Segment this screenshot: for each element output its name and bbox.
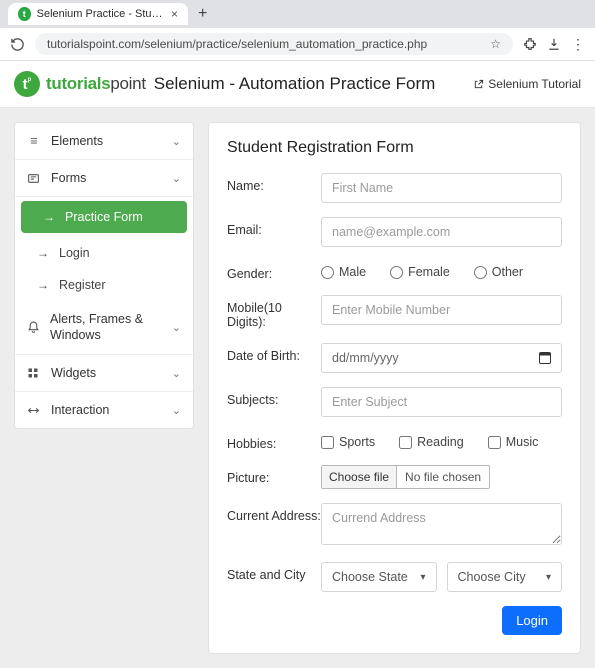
name-input[interactable] [321, 173, 562, 203]
form-title: Student Registration Form [227, 139, 562, 157]
label-statecity: State and City [227, 562, 321, 582]
logo-text: tutorialspoint [46, 74, 146, 94]
selenium-tutorial-link[interactable]: Selenium Tutorial [473, 77, 581, 91]
arrow-right-icon: → [43, 210, 55, 224]
url-text: tutorialspoint.com/selenium/practice/sel… [47, 37, 427, 51]
file-status: No file chosen [397, 466, 489, 488]
new-tab-button[interactable]: + [192, 5, 213, 23]
logo[interactable]: tp tutorialspoint [14, 71, 146, 97]
choose-file-button[interactable]: Choose file [322, 466, 397, 488]
page-header: tp tutorialspoint Selenium - Automation … [0, 61, 595, 108]
email-input[interactable] [321, 217, 562, 247]
city-select[interactable]: Choose City▾ [447, 562, 563, 592]
label-address: Current Address: [227, 503, 321, 523]
label-mobile: Mobile(10 Digits): [227, 295, 321, 329]
hobby-music-checkbox[interactable]: Music [488, 435, 539, 449]
calendar-icon [539, 352, 551, 364]
chevron-down-icon: ⌄ [172, 172, 181, 185]
picture-file-input[interactable]: Choose file No file chosen [321, 465, 490, 489]
gender-female-radio[interactable]: Female [390, 265, 450, 279]
sidebar-item-elements[interactable]: ≡Elements ⌄ [15, 123, 193, 160]
sidebar: ≡Elements ⌄ Forms ⌄ → Practice Form → Lo… [14, 122, 194, 429]
label-gender: Gender: [227, 261, 321, 281]
sidebar-item-interaction[interactable]: Interaction ⌄ [15, 392, 193, 428]
label-email: Email: [227, 217, 321, 237]
form-card: Student Registration Form Name: Email: G… [208, 122, 581, 654]
login-button[interactable]: Login [502, 606, 562, 635]
gender-other-radio[interactable]: Other [474, 265, 523, 279]
extensions-icon[interactable] [523, 37, 537, 51]
label-dob: Date of Birth: [227, 343, 321, 363]
list-icon: ≡ [27, 134, 41, 148]
arrow-right-icon: → [37, 246, 49, 260]
browser-tab[interactable]: t Selenium Practice - Student I × [8, 3, 188, 25]
label-hobbies: Hobbies: [227, 431, 321, 451]
url-input[interactable]: tutorialspoint.com/selenium/practice/sel… [35, 33, 513, 55]
reload-icon[interactable] [10, 37, 25, 52]
label-picture: Picture: [227, 465, 321, 485]
sidebar-sub-register[interactable]: → Register [15, 269, 193, 301]
download-icon[interactable] [547, 37, 561, 51]
gender-male-radio[interactable]: Male [321, 265, 366, 279]
sidebar-item-widgets[interactable]: Widgets ⌄ [15, 355, 193, 392]
logo-mark-icon: tp [14, 71, 40, 97]
chevron-down-icon: ⌄ [172, 135, 181, 148]
interaction-icon [27, 404, 41, 417]
address-bar: tutorialspoint.com/selenium/practice/sel… [0, 28, 595, 61]
close-icon[interactable]: × [171, 7, 178, 21]
chevron-down-icon: ⌄ [172, 321, 181, 334]
favicon-icon: t [18, 7, 31, 21]
state-select[interactable]: Choose State▾ [321, 562, 437, 592]
bookmark-star-icon[interactable]: ☆ [490, 37, 501, 51]
label-subjects: Subjects: [227, 387, 321, 407]
hobby-sports-checkbox[interactable]: Sports [321, 435, 375, 449]
bell-icon [27, 321, 40, 334]
tab-title: Selenium Practice - Student I [37, 8, 165, 20]
subjects-input[interactable] [321, 387, 562, 417]
address-textarea[interactable] [321, 503, 562, 545]
sidebar-sub-login[interactable]: → Login [15, 237, 193, 269]
chevron-down-icon: ▾ [546, 572, 551, 583]
form-icon [27, 172, 41, 185]
chevron-down-icon: ⌄ [172, 404, 181, 417]
chevron-down-icon: ⌄ [172, 367, 181, 380]
widgets-icon [27, 367, 41, 379]
sidebar-sub-practice-form[interactable]: → Practice Form [21, 201, 187, 233]
label-name: Name: [227, 173, 321, 193]
page-title: Selenium - Automation Practice Form [154, 74, 436, 94]
dob-input[interactable]: dd/mm/yyyy [321, 343, 562, 373]
menu-icon[interactable]: ⋮ [571, 36, 585, 53]
arrow-right-icon: → [37, 278, 49, 292]
chevron-down-icon: ▾ [420, 572, 425, 583]
sidebar-item-alerts[interactable]: Alerts, Frames & Windows ⌄ [15, 301, 193, 355]
hobby-reading-checkbox[interactable]: Reading [399, 435, 464, 449]
mobile-input[interactable] [321, 295, 562, 325]
sidebar-item-forms[interactable]: Forms ⌄ [15, 160, 193, 197]
tab-strip: t Selenium Practice - Student I × + [0, 0, 595, 28]
